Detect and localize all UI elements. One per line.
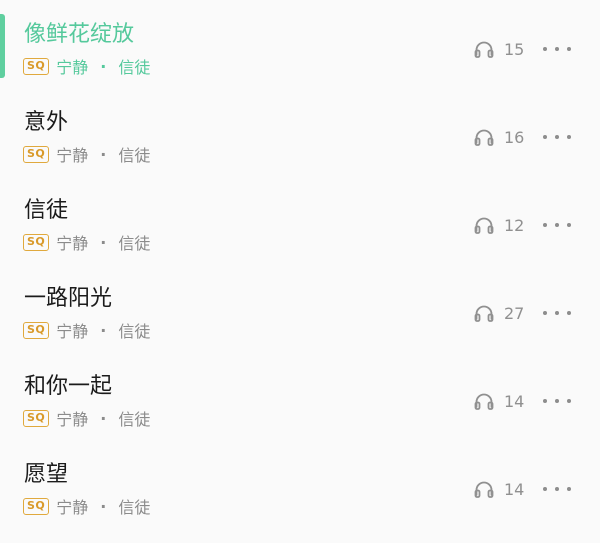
- more-dots-icon[interactable]: [543, 478, 571, 500]
- headphones-icon: [474, 41, 494, 58]
- sq-badge: SQ: [23, 57, 50, 75]
- song-title: 意外: [24, 110, 69, 135]
- play-count: 16: [474, 126, 524, 148]
- artist-name: 信徒: [118, 146, 151, 165]
- play-count-value: 12: [504, 215, 525, 235]
- artist-name: 信徒: [118, 234, 151, 253]
- song-meta: SQ 宁静 · 信徒: [23, 232, 151, 253]
- more-dots-icon[interactable]: [543, 126, 571, 148]
- more-dots-icon[interactable]: [543, 214, 571, 236]
- song-meta: SQ 宁静 · 信徒: [23, 56, 151, 77]
- artist-name: 信徒: [118, 410, 151, 429]
- meta-separator: ·: [100, 56, 107, 76]
- album-name: 宁静: [56, 146, 89, 165]
- play-count: 27: [474, 302, 524, 324]
- play-count-value: 16: [504, 127, 525, 147]
- album-name: 宁静: [56, 410, 89, 429]
- album-name: 宁静: [56, 322, 89, 341]
- play-count-value: 15: [504, 39, 525, 59]
- headphones-icon: [474, 393, 494, 410]
- song-meta: SQ 宁静 · 信徒: [23, 320, 151, 341]
- play-count: 12: [474, 214, 524, 236]
- more-dots-icon[interactable]: [543, 302, 571, 324]
- play-count-value: 27: [504, 303, 525, 323]
- song-meta: SQ 宁静 · 信徒: [23, 408, 151, 429]
- play-count-value: 14: [504, 391, 525, 411]
- song-row[interactable]: 意外 SQ 宁静 · 信徒 16: [0, 88, 600, 176]
- album-name: 宁静: [56, 234, 89, 253]
- song-title: 和你一起: [24, 374, 113, 399]
- song-meta: SQ 宁静 · 信徒: [23, 496, 151, 517]
- song-title: 愿望: [24, 462, 69, 487]
- meta-separator: ·: [100, 496, 107, 516]
- meta-separator: ·: [100, 408, 107, 428]
- play-count: 14: [474, 390, 524, 412]
- album-name: 宁静: [56, 58, 89, 77]
- play-count: 14: [474, 478, 524, 500]
- meta-separator: ·: [100, 320, 107, 340]
- artist-name: 信徒: [118, 498, 151, 517]
- play-count: 15: [474, 38, 524, 60]
- song-row[interactable]: 信徒 SQ 宁静 · 信徒 12: [0, 176, 600, 264]
- play-count-value: 14: [504, 479, 525, 499]
- meta-separator: ·: [100, 144, 107, 164]
- headphones-icon: [474, 129, 494, 146]
- now-playing-indicator: [0, 14, 5, 78]
- more-dots-icon[interactable]: [543, 38, 571, 60]
- song-title: 像鲜花绽放: [24, 22, 135, 47]
- song-meta: SQ 宁静 · 信徒: [23, 144, 151, 165]
- song-row[interactable]: 像鲜花绽放 SQ 宁静 · 信徒 15: [0, 0, 600, 88]
- song-row[interactable]: 和你一起 SQ 宁静 · 信徒 14: [0, 352, 600, 440]
- headphones-icon: [474, 305, 494, 322]
- sq-badge: SQ: [23, 409, 50, 427]
- sq-badge: SQ: [23, 145, 50, 163]
- meta-separator: ·: [100, 232, 107, 252]
- song-title: 信徒: [24, 198, 69, 223]
- song-row[interactable]: 一路阳光 SQ 宁静 · 信徒 27: [0, 264, 600, 352]
- album-name: 宁静: [56, 498, 89, 517]
- headphones-icon: [474, 481, 494, 498]
- sq-badge: SQ: [23, 233, 50, 251]
- song-title: 一路阳光: [24, 286, 113, 311]
- song-list: 像鲜花绽放 SQ 宁静 · 信徒 15 意外 SQ 宁静 · 信徒 16 信徒 …: [0, 0, 600, 543]
- sq-badge: SQ: [23, 321, 50, 339]
- more-dots-icon[interactable]: [543, 390, 571, 412]
- sq-badge: SQ: [23, 497, 50, 515]
- artist-name: 信徒: [118, 58, 151, 77]
- artist-name: 信徒: [118, 322, 151, 341]
- song-row[interactable]: 愿望 SQ 宁静 · 信徒 14: [0, 440, 600, 528]
- headphones-icon: [474, 217, 494, 234]
